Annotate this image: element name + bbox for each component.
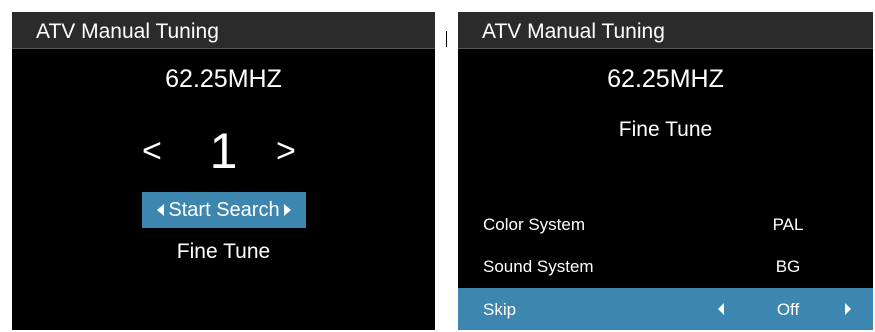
- title-bar: ATV Manual Tuning: [12, 12, 435, 49]
- fine-tune-item[interactable]: Fine Tune: [12, 240, 435, 264]
- title-bar: ATV Manual Tuning: [458, 12, 873, 49]
- atv-tuning-panel-right: ATV Manual Tuning 62.25MHZ Fine Tune Col…: [458, 12, 873, 330]
- setting-label: Color System: [483, 215, 586, 234]
- triangle-right-icon: [283, 204, 291, 216]
- setting-value: Off: [776, 300, 800, 319]
- atv-tuning-panel-left: ATV Manual Tuning 62.25MHZ < 1 > Start S…: [12, 12, 435, 330]
- triangle-left-icon: [157, 204, 165, 216]
- setting-row-color-system[interactable]: Color System PAL: [458, 203, 873, 245]
- frequency-readout: 62.25MHZ: [607, 65, 724, 93]
- panel-divider: [446, 31, 447, 47]
- page-title: ATV Manual Tuning: [482, 20, 665, 43]
- start-search-label: Start Search: [168, 198, 280, 221]
- setting-value: BG: [775, 257, 801, 276]
- page-title: ATV Manual Tuning: [36, 20, 219, 43]
- setting-row-skip[interactable]: Skip Off: [458, 288, 873, 330]
- setting-label: Sound System: [483, 257, 594, 276]
- channel-selector[interactable]: < 1 >: [12, 124, 435, 180]
- frequency-readout: 62.25MHZ: [165, 65, 282, 93]
- channel-number: 1: [209, 123, 238, 179]
- setting-value: PAL: [772, 215, 804, 234]
- setting-row-sound-system[interactable]: Sound System BG: [458, 245, 873, 287]
- triangle-right-icon[interactable]: [845, 303, 851, 315]
- chevron-right-icon[interactable]: >: [276, 134, 296, 168]
- triangle-left-icon[interactable]: [718, 303, 724, 315]
- start-search-button[interactable]: Start Search: [142, 192, 306, 228]
- setting-label: Skip: [483, 300, 517, 319]
- fine-tune-item[interactable]: Fine Tune: [458, 118, 873, 142]
